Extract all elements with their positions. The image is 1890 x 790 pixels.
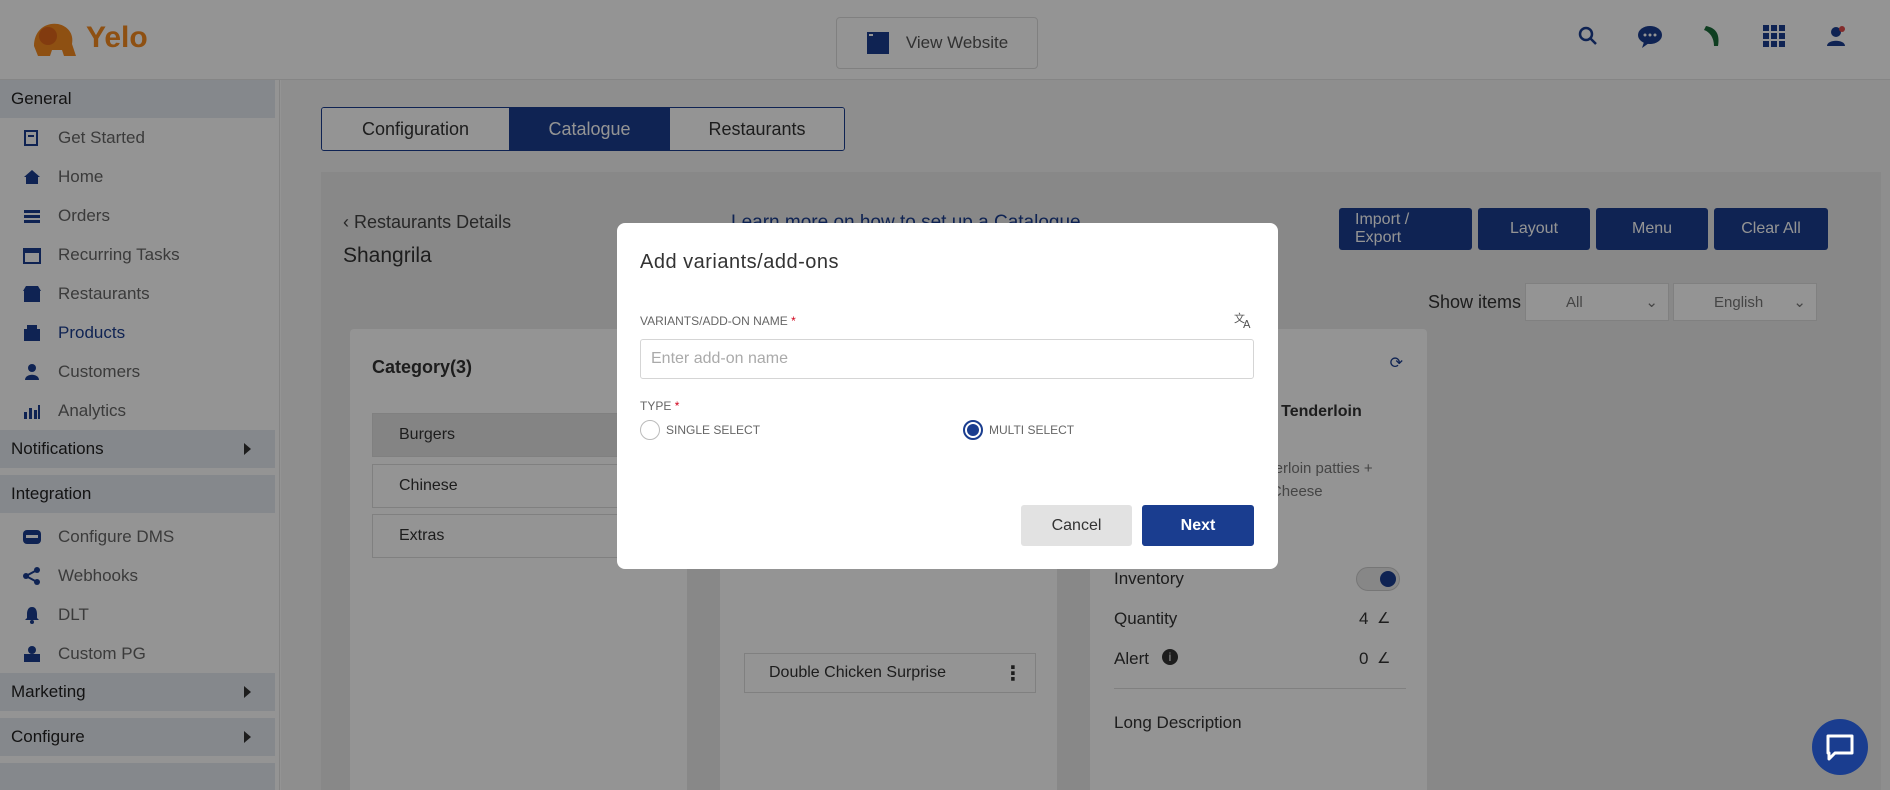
multi-select-label: MULTI SELECT bbox=[989, 423, 1075, 437]
radio-unchecked-icon bbox=[640, 420, 660, 440]
required-marker: * bbox=[674, 399, 680, 413]
variant-name-input[interactable] bbox=[640, 339, 1254, 379]
variant-name-label-text: VARIANTS/ADD-ON NAME bbox=[640, 314, 788, 328]
variant-name-label: VARIANTS/ADD-ON NAME * bbox=[640, 314, 796, 328]
add-variants-modal: Add variants/add-ons VARIANTS/ADD-ON NAM… bbox=[617, 223, 1278, 569]
translate-icon[interactable]: 文A bbox=[1234, 311, 1254, 334]
next-button[interactable]: Next bbox=[1142, 505, 1254, 546]
required-marker: * bbox=[791, 314, 796, 328]
single-select-radio[interactable]: SINGLE SELECT bbox=[640, 420, 760, 440]
single-select-label: SINGLE SELECT bbox=[666, 423, 761, 437]
svg-text:A: A bbox=[1243, 318, 1251, 329]
chat-button[interactable] bbox=[1812, 719, 1868, 775]
multi-select-radio[interactable]: MULTI SELECT bbox=[963, 420, 1074, 440]
modal-title: Add variants/add-ons bbox=[640, 251, 840, 273]
radio-checked-icon bbox=[963, 420, 983, 440]
type-label: TYPE * bbox=[640, 399, 679, 413]
cancel-button[interactable]: Cancel bbox=[1021, 505, 1132, 546]
type-label-text: TYPE bbox=[640, 399, 672, 413]
chat-bubble-icon bbox=[1826, 734, 1854, 761]
